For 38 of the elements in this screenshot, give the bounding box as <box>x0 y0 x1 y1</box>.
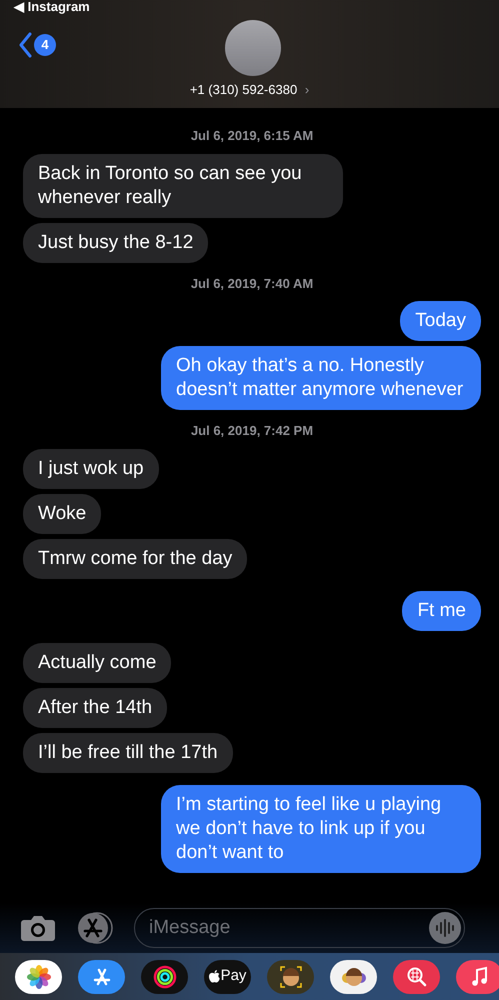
apple-pay-button[interactable]: Pay <box>204 960 251 994</box>
back-button[interactable]: 4 <box>18 32 56 58</box>
apple-logo-icon <box>208 970 220 983</box>
received-message: Back in Toronto so can see you whenever really <box>23 154 343 218</box>
activity-rings-icon <box>152 964 176 988</box>
photos-icon <box>26 964 50 988</box>
chevron-icon: › <box>304 82 310 97</box>
sent-message: Ft me <box>402 590 481 630</box>
memoji-stickers-app[interactable] <box>330 960 377 994</box>
memoji-app[interactable] <box>267 960 314 994</box>
activity-rings-app[interactable] <box>141 960 188 994</box>
pay-label: Pay <box>220 966 246 986</box>
sent-message: Today <box>400 301 481 341</box>
timestamp: Jul 6, 2019, 7:40 AM <box>190 274 314 292</box>
sent-message: Oh okay that’s a no. Honestly doesn’t matter anymore whenever <box>161 346 481 410</box>
app-store-app[interactable] <box>78 960 125 994</box>
received-message: I’ll be free till the 17th <box>23 732 233 772</box>
timestamp: Jul 6, 2019, 7:42 PM <box>190 422 314 440</box>
received-message: After the 14th <box>23 688 168 728</box>
audio-icon[interactable] <box>429 912 461 944</box>
received-message: Actually come <box>23 642 172 682</box>
received-message: Just busy the 8-12 <box>23 222 208 262</box>
music-note-app[interactable] <box>456 960 499 994</box>
camera-icon[interactable] <box>20 914 56 942</box>
back-chevron-icon <box>18 32 32 58</box>
back-to-app-link[interactable]: ◀ Instagram <box>0 0 90 14</box>
image-search-icon <box>404 964 428 988</box>
memoji-icon <box>278 964 302 988</box>
photos-app[interactable] <box>15 960 62 994</box>
message-input[interactable]: iMessage <box>134 908 465 948</box>
image-search-app[interactable] <box>393 960 440 994</box>
received-message: Woke <box>23 494 102 534</box>
received-message: I just wok up <box>23 448 159 488</box>
contact-name[interactable]: +1 (310) 592-6380 <box>190 82 298 97</box>
received-message: Tmrw come for the day <box>23 538 248 578</box>
sent-message: I’m starting to feel like u playing we don’t have to link up if you don’t want to <box>161 784 481 872</box>
unread-count-badge: 4 <box>34 34 56 56</box>
timestamp: Jul 6, 2019, 6:15 AM <box>190 127 314 145</box>
